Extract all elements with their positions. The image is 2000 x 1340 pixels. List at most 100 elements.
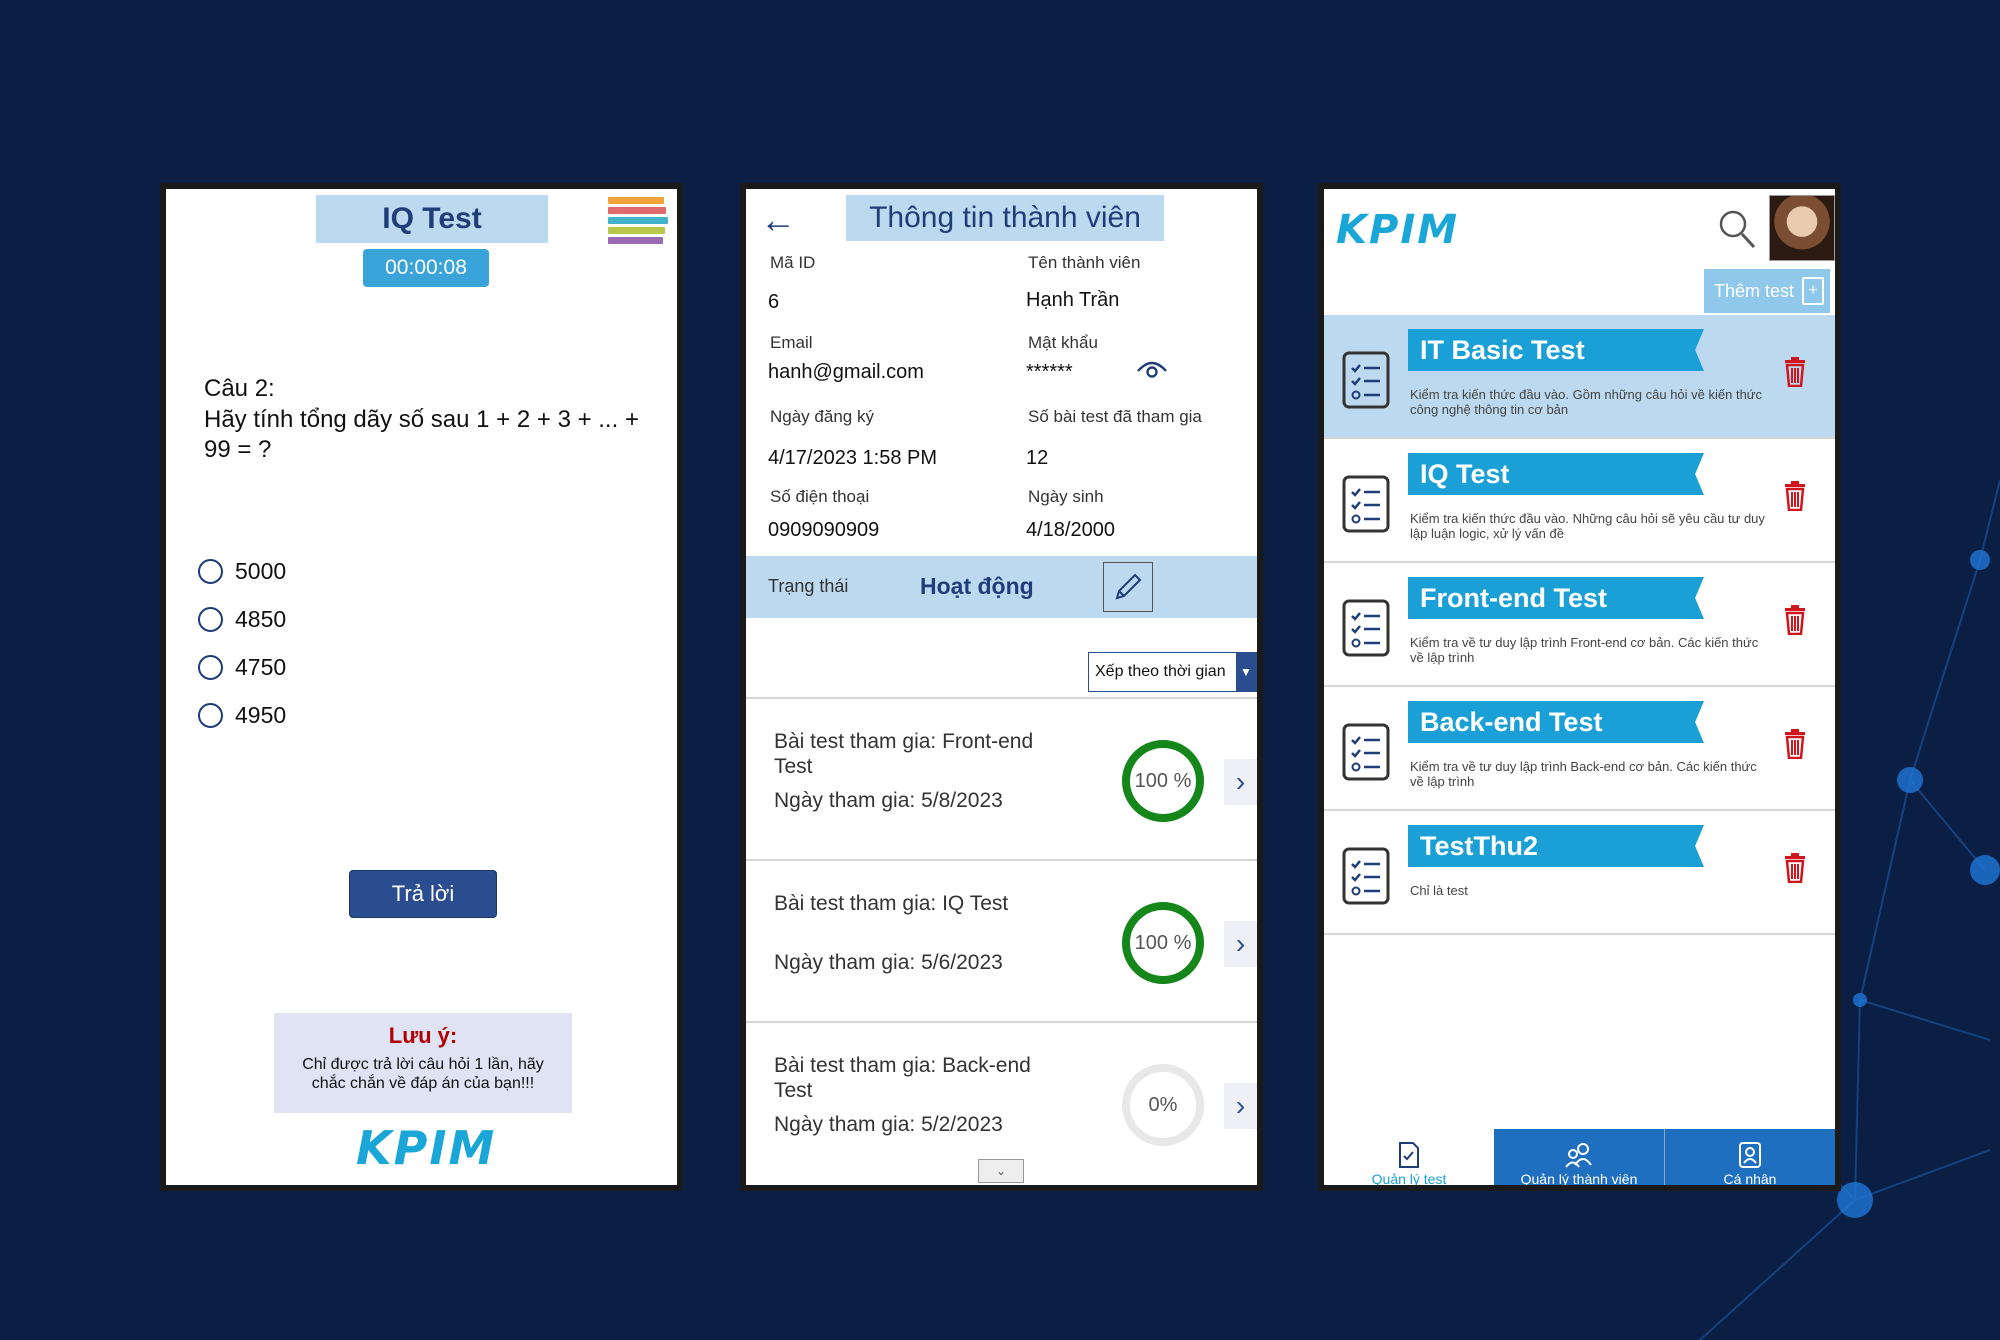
record-test-name: Bài test tham gia: Back-end Test bbox=[774, 1054, 1031, 1102]
test-title: IQ Test bbox=[1408, 453, 1704, 495]
dob-value: 4/18/2000 bbox=[1026, 519, 1115, 541]
test-list-item[interactable]: Back-end Test Kiểm tra về tư duy lập trì… bbox=[1324, 687, 1835, 811]
sort-dropdown[interactable]: Xếp theo thời gian ▼ bbox=[1088, 652, 1257, 692]
add-test-button[interactable]: Thêm test + bbox=[1704, 269, 1830, 313]
sort-dropdown-value: Xếp theo thời gian bbox=[1095, 663, 1226, 680]
add-test-label: Thêm test bbox=[1714, 280, 1795, 301]
question-label: Câu 2: bbox=[204, 375, 275, 402]
phone-value: 0909090909 bbox=[768, 519, 880, 541]
email-value: hanh@gmail.com bbox=[768, 361, 924, 383]
radio-icon[interactable] bbox=[198, 558, 223, 584]
kpim-logo: KPIM bbox=[1336, 207, 1459, 253]
register-date-value: 4/17/2023 1:58 PM bbox=[768, 447, 938, 469]
test-list-item[interactable]: TestThu2 Chỉ là test bbox=[1324, 811, 1835, 935]
score-text: 100 % bbox=[1134, 769, 1192, 792]
search-icon[interactable] bbox=[1716, 207, 1758, 251]
edit-status-button[interactable] bbox=[1103, 562, 1153, 612]
nav-profile[interactable]: Cá nhân bbox=[1665, 1129, 1835, 1187]
avatar[interactable] bbox=[1769, 195, 1835, 261]
test-count-label: Số bài test đã tham gia bbox=[1028, 407, 1202, 426]
checklist-icon bbox=[1342, 351, 1390, 409]
back-arrow-icon[interactable]: ← bbox=[760, 199, 796, 241]
test-list-item[interactable]: Front-end Test Kiểm tra về tư duy lập tr… bbox=[1324, 563, 1835, 687]
answer-option[interactable]: 5000 bbox=[198, 547, 286, 595]
status-bar: Trạng thái Hoạt động bbox=[746, 556, 1257, 618]
name-value: Hạnh Trần bbox=[1026, 289, 1120, 311]
scroll-down-handle[interactable]: ⌄ bbox=[978, 1159, 1024, 1183]
phone-label: Số điện thoại bbox=[770, 487, 870, 506]
test-record[interactable]: Bài test tham gia: Front-end Test Ngày t… bbox=[746, 697, 1257, 859]
trash-icon[interactable] bbox=[1782, 853, 1808, 883]
test-record[interactable]: Bài test tham gia: IQ Test Ngày tham gia… bbox=[746, 859, 1257, 1021]
checklist-icon bbox=[1342, 723, 1390, 781]
test-count-value: 12 bbox=[1026, 447, 1049, 469]
question-text: Hãy tính tổng dãy số sau 1 + 2 + 3 + ...… bbox=[204, 406, 639, 463]
profile-card-icon bbox=[1739, 1142, 1761, 1168]
test-description: Kiểm tra về tư duy lập trình Back-end cơ… bbox=[1410, 759, 1757, 789]
name-label: Tên thành viên bbox=[1028, 253, 1141, 272]
test-list-item[interactable]: IQ Test Kiểm tra kiến thức đầu vào. Nhữn… bbox=[1324, 439, 1835, 563]
status-value: Hoạt động bbox=[920, 573, 1034, 599]
note-title: Lưu ý: bbox=[388, 1023, 458, 1048]
radio-icon[interactable] bbox=[198, 702, 223, 728]
nav-label: Cá nhân bbox=[1723, 1171, 1777, 1187]
record-date: Ngày tham gia: 5/6/2023 bbox=[774, 951, 1003, 974]
record-test-name: Bài test tham gia: IQ Test bbox=[774, 892, 1009, 915]
test-description: Chỉ là test bbox=[1410, 883, 1468, 898]
nav-label: Quản lý thành viên bbox=[1520, 1171, 1638, 1187]
trash-icon[interactable] bbox=[1782, 729, 1808, 759]
answer-options: 5000 4850 4750 4950 bbox=[198, 547, 286, 739]
test-management-screen: KPIM Thêm test + IT Basic Test Kiểm tra … bbox=[1318, 183, 1841, 1191]
add-file-icon: + bbox=[1802, 277, 1824, 305]
question-list-icon[interactable] bbox=[608, 197, 668, 259]
test-title: Back-end Test bbox=[1408, 701, 1704, 743]
chevron-right-icon[interactable]: › bbox=[1224, 1083, 1257, 1129]
checklist-icon bbox=[1342, 475, 1390, 533]
register-date-label: Ngày đăng ký bbox=[770, 407, 874, 426]
pencil-icon bbox=[1115, 573, 1142, 600]
nav-label: Quản lý test bbox=[1371, 1171, 1447, 1187]
chevron-right-icon[interactable]: › bbox=[1224, 921, 1257, 967]
radio-icon[interactable] bbox=[198, 606, 223, 632]
status-label: Trạng thái bbox=[768, 576, 849, 596]
chevron-down-icon[interactable]: ▼ bbox=[1236, 653, 1256, 691]
password-label: Mật khẩu bbox=[1028, 333, 1098, 352]
test-title: Front-end Test bbox=[1408, 577, 1704, 619]
nav-member-management[interactable]: Quản lý thành viên bbox=[1494, 1129, 1665, 1187]
id-value: 6 bbox=[768, 291, 780, 313]
trash-icon[interactable] bbox=[1782, 481, 1808, 511]
record-test-name: Bài test tham gia: Front-end Test bbox=[774, 730, 1034, 778]
member-info-title: Thông tin thành viên bbox=[846, 195, 1164, 241]
score-text: 0% bbox=[1148, 1093, 1178, 1116]
document-check-icon bbox=[1399, 1142, 1419, 1168]
checklist-icon bbox=[1342, 599, 1390, 657]
bottom-nav: Quản lý test Quản lý thành viên Cá nhân bbox=[1324, 1129, 1835, 1187]
score-text: 100 % bbox=[1134, 931, 1192, 954]
dob-label: Ngày sinh bbox=[1028, 487, 1104, 506]
quiz-title: IQ Test bbox=[316, 195, 548, 243]
member-info-screen: ← Thông tin thành viên Mã ID 6 Tên thành… bbox=[740, 183, 1263, 1191]
kpim-logo: KPIM bbox=[356, 1121, 497, 1175]
radio-icon[interactable] bbox=[198, 654, 223, 680]
test-description: Kiểm tra kiến thức đầu vào. Gồm những câ… bbox=[1410, 387, 1763, 417]
answer-option[interactable]: 4750 bbox=[198, 643, 286, 691]
record-date: Ngày tham gia: 5/2/2023 bbox=[774, 1113, 1003, 1136]
chevron-right-icon[interactable]: › bbox=[1224, 759, 1257, 805]
test-title: IT Basic Test bbox=[1408, 329, 1704, 371]
users-icon bbox=[1565, 1143, 1592, 1168]
note-box: Lưu ý: Chỉ được trả lời câu hỏi 1 lần, h… bbox=[274, 1013, 572, 1113]
eye-icon[interactable] bbox=[1136, 357, 1168, 379]
trash-icon[interactable] bbox=[1782, 605, 1808, 635]
test-description: Kiểm tra kiến thức đầu vào. Những câu hỏ… bbox=[1410, 511, 1765, 541]
email-label: Email bbox=[770, 333, 813, 352]
quiz-timer: 00:00:08 bbox=[363, 249, 489, 287]
nav-test-management[interactable]: Quản lý test bbox=[1324, 1129, 1494, 1187]
trash-icon[interactable] bbox=[1782, 357, 1808, 387]
answer-option[interactable]: 4850 bbox=[198, 595, 286, 643]
password-value: ****** bbox=[1026, 361, 1073, 383]
test-list-item[interactable]: IT Basic Test Kiểm tra kiến thức đầu vào… bbox=[1324, 315, 1835, 439]
answer-option[interactable]: 4950 bbox=[198, 691, 286, 739]
submit-answer-button[interactable]: Trả lời bbox=[349, 870, 497, 918]
note-text: Chỉ được trả lời câu hỏi 1 lần, hãy chắc… bbox=[302, 1056, 544, 1092]
checklist-icon bbox=[1342, 847, 1390, 905]
